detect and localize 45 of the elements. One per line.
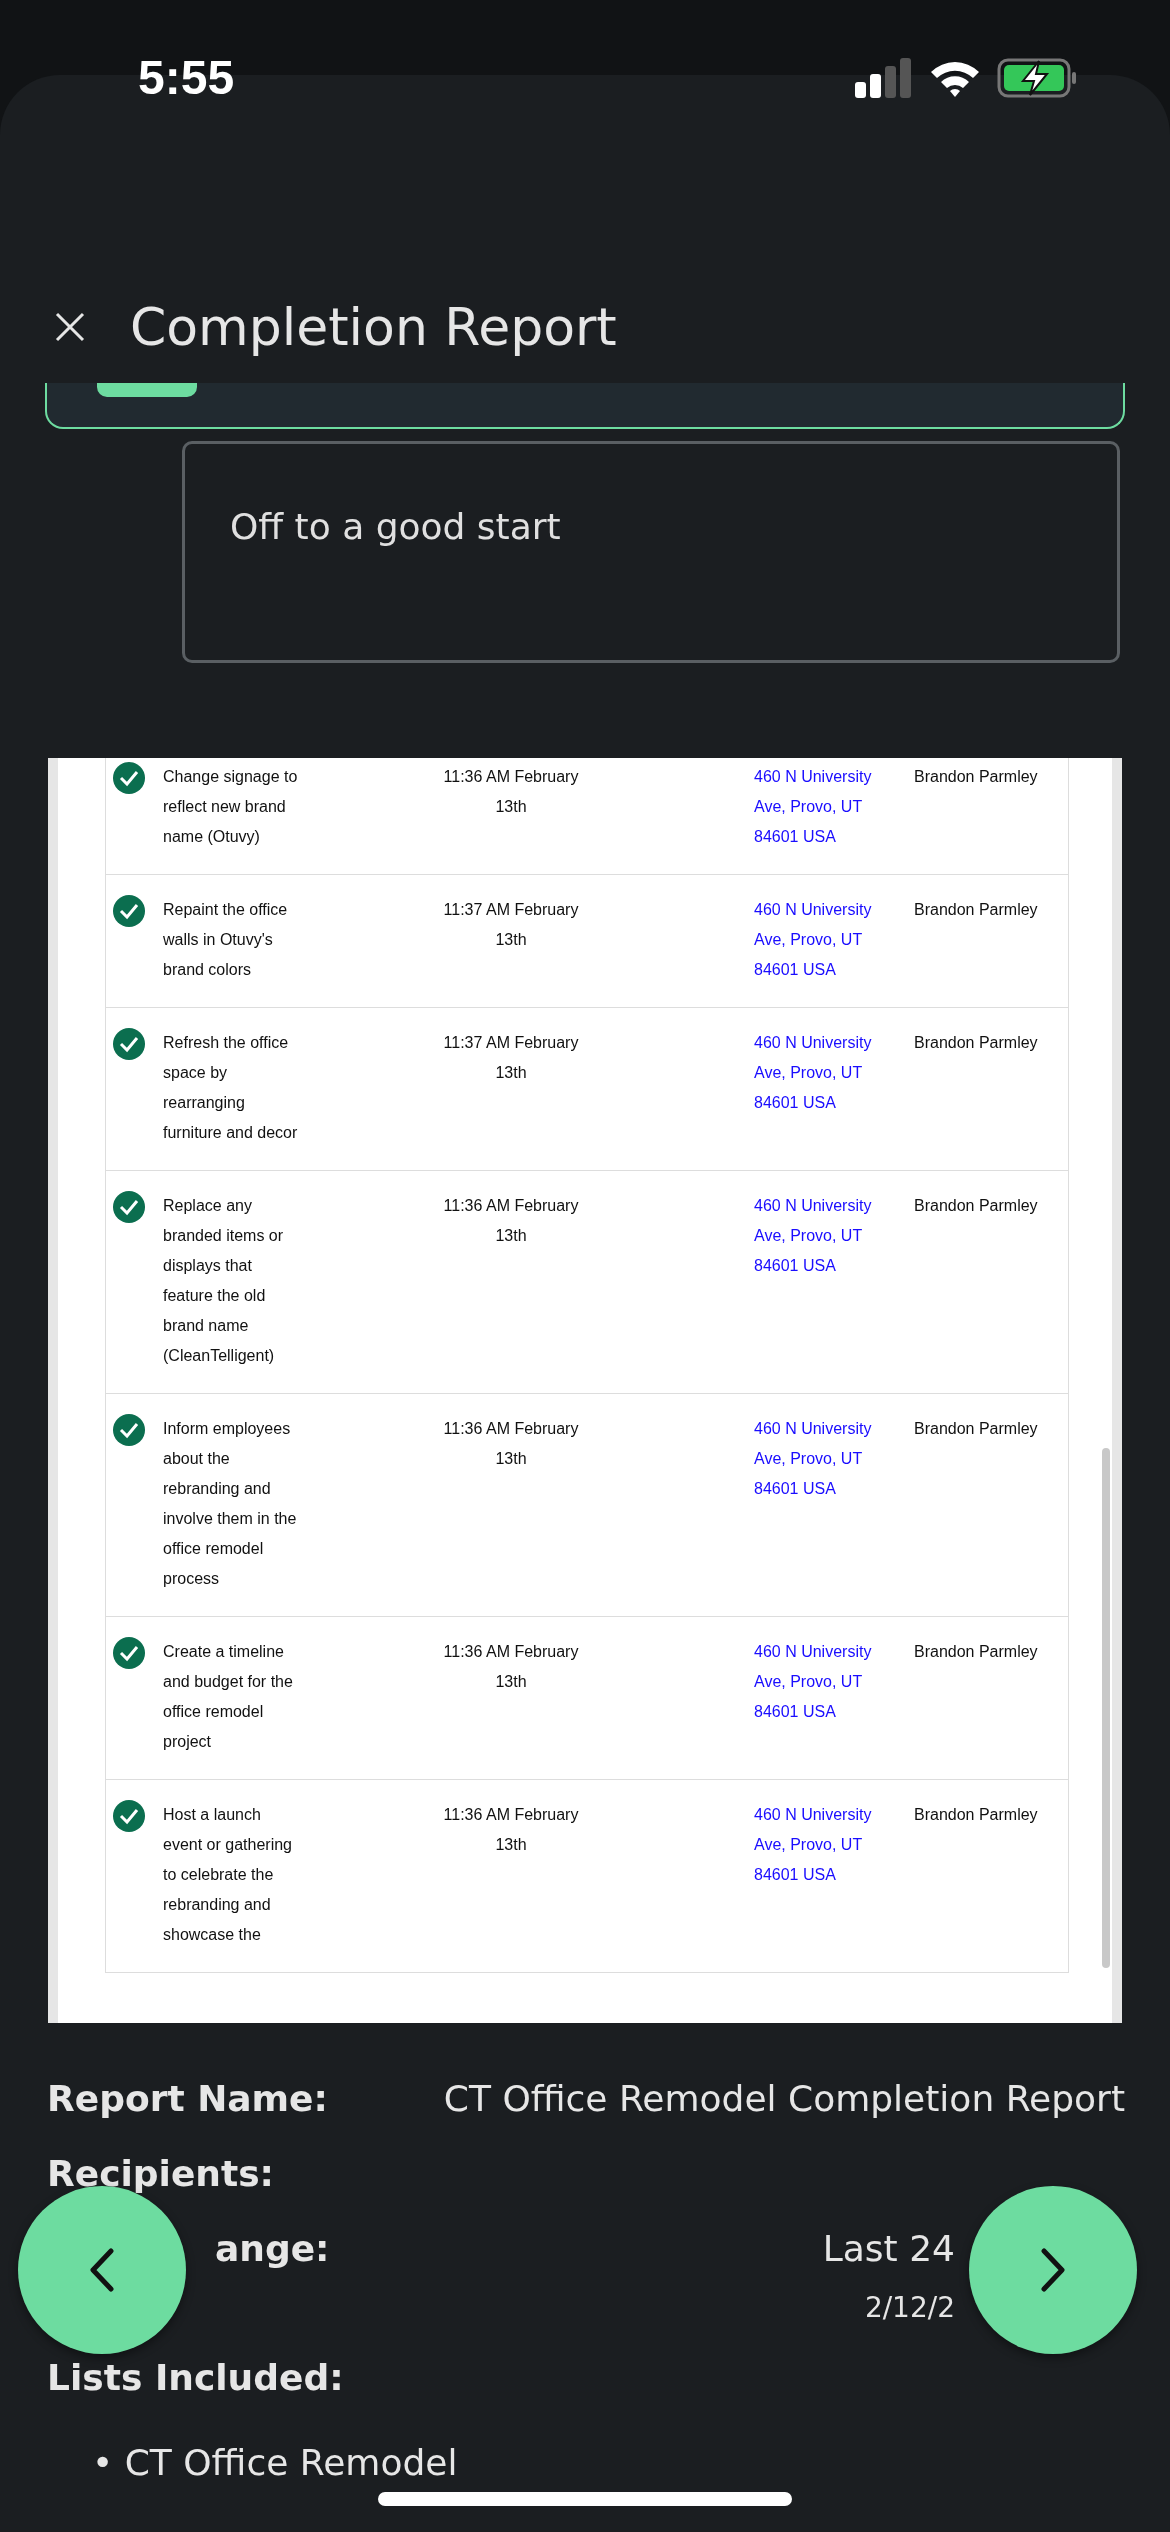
address-link[interactable]: 460 N University Ave, Provo, UT 84601 USA (754, 1637, 901, 1757)
user-cell-text: Brandon Parmley (914, 767, 1039, 787)
field-label: Lists Included: (47, 2357, 344, 2398)
status-time: 5:55 (138, 50, 235, 105)
time-cell-text: 11:36 AM February 13th (442, 767, 580, 817)
field-value: Last 24 (822, 2228, 955, 2269)
time-cell-text: 11:36 AM February 13th (442, 1642, 580, 1692)
screen-title: Completion Report (130, 296, 617, 357)
user-cell-text: Brandon Parmley (914, 1196, 1039, 1216)
user-cell-text: Brandon Parmley (914, 1419, 1039, 1439)
close-icon[interactable] (55, 311, 85, 342)
field-label: Recipients: (47, 2153, 274, 2194)
field-label: Report Name: (47, 2078, 328, 2119)
task-cell-text: Repaint the office walls in Otuvy's brand colors (163, 900, 289, 980)
note-field[interactable]: Off to a good start (182, 441, 1120, 663)
task-cell-text: Host a launch event or gathering to celebrate the rebranding and showcase the (163, 1805, 293, 1945)
scrollbar-thumb[interactable] (1102, 1448, 1110, 1968)
address-link[interactable]: 460 N University Ave, Provo, UT 84601 USA (754, 1191, 901, 1371)
address-link[interactable]: 460 N University Ave, Provo, UT 84601 USA (754, 1800, 901, 1950)
field-label: ange: (215, 2228, 330, 2269)
task-cell-text: Replace any branded items or displays that feature the old brand name (CleanTelligent) (163, 1196, 285, 1366)
time-cell-text: 11:37 AM February 13th (442, 1033, 580, 1083)
task-cell-text: Inform employees about the rebranding and involve them in the office remodel process (163, 1419, 298, 1589)
task-cell-text: Change signage to reflect new brand name (Otuvy) (163, 767, 299, 847)
time-cell-text: 11:36 AM February 13th (442, 1419, 580, 1469)
signal-icon (855, 58, 913, 98)
task-cell-text: Refresh the office space by rearranging furniture and decor (163, 1033, 299, 1143)
user-cell-text: Brandon Parmley (914, 1642, 1039, 1662)
chevron-left-icon (89, 2248, 115, 2292)
time-cell-text: 11:37 AM February 13th (442, 900, 580, 950)
user-cell-text: Brandon Parmley (914, 1805, 1039, 1825)
wifi-icon (929, 59, 981, 97)
address-link[interactable]: 460 N University Ave, Provo, UT 84601 USA (754, 762, 901, 852)
address-link[interactable]: 460 N University Ave, Provo, UT 84601 USA (754, 1028, 901, 1148)
address-link[interactable]: 460 N University Ave, Provo, UT 84601 USA (754, 895, 901, 985)
field-value: CT Office Remodel Completion Report (443, 2078, 1125, 2119)
user-cell-text: Brandon Parmley (914, 900, 1039, 920)
list-item: • CT Office Remodel (92, 2442, 459, 2483)
task-cell-text: Create a timeline and budget for the office remodel project (163, 1642, 294, 1752)
address-link[interactable]: 460 N University Ave, Provo, UT 84601 USA (754, 1414, 901, 1594)
date-text: 2/12/2 (864, 2291, 955, 2326)
user-cell-text: Brandon Parmley (914, 1033, 1039, 1053)
chevron-right-icon (1040, 2248, 1066, 2292)
time-cell-text: 11:36 AM February 13th (442, 1196, 580, 1246)
time-cell-text: 11:36 AM February 13th (442, 1805, 580, 1855)
